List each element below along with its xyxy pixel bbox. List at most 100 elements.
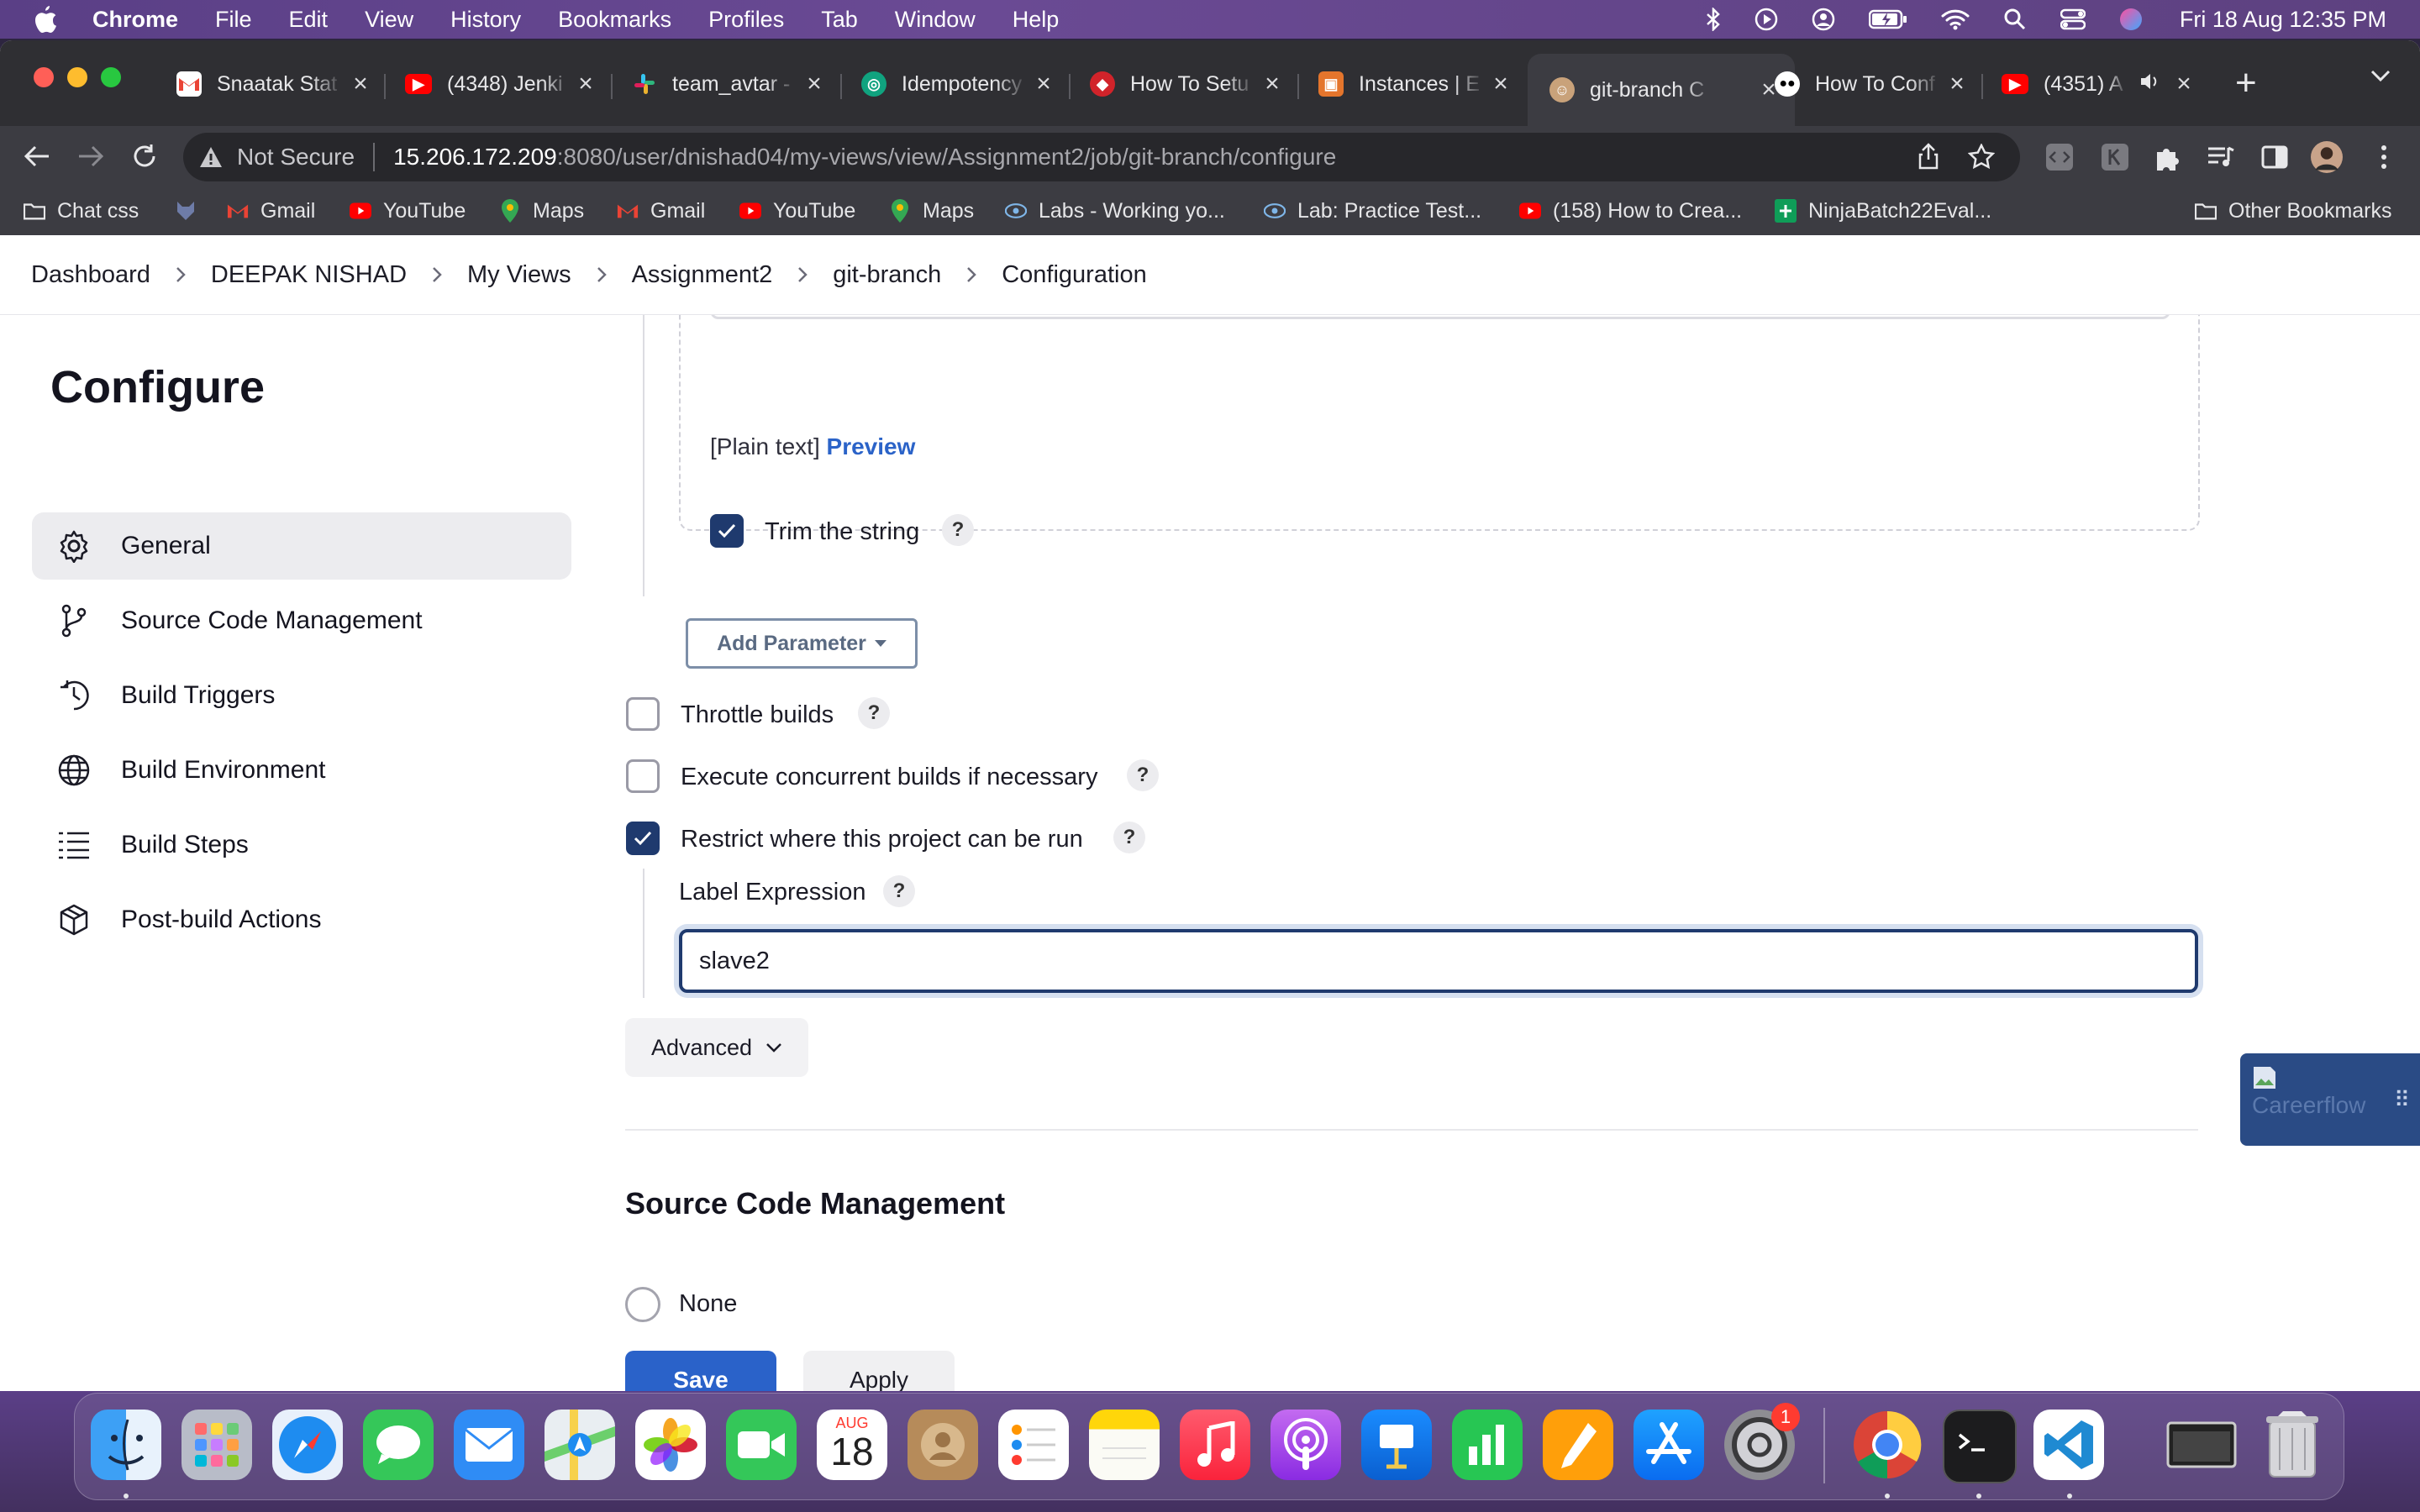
tab-jenkins-video[interactable]: ▶ (4348) Jenki × — [405, 64, 598, 104]
bookmark-chat-css[interactable]: Chat css — [24, 197, 139, 225]
new-tab-button[interactable]: + — [2235, 62, 2257, 104]
back-arrow-icon[interactable] — [22, 141, 52, 171]
trash-icon[interactable] — [2257, 1410, 2328, 1480]
address-bar[interactable]: Not Secure 15.206.172.209 :8080/user/dni… — [183, 133, 2020, 181]
app-store-icon[interactable] — [1634, 1410, 1704, 1480]
tab-close-icon[interactable]: × — [2171, 70, 2196, 98]
tab-close-icon[interactable]: × — [802, 70, 827, 98]
music-icon[interactable] — [1180, 1410, 1250, 1480]
menu-file[interactable]: File — [215, 7, 252, 33]
tab-git-branch-active[interactable]: ☺ git-branch C × — [1528, 54, 1795, 126]
vscode-icon[interactable] — [2033, 1410, 2104, 1480]
chrome-app-icon[interactable] — [1852, 1410, 1923, 1480]
help-icon[interactable]: ? — [858, 697, 890, 729]
warning-triangle-icon[interactable] — [198, 145, 224, 169]
breadcrumb-job[interactable]: git-branch — [833, 261, 941, 289]
bookmark-maps[interactable]: Maps — [499, 197, 584, 225]
tab-snaatak[interactable]: Snaatak Stat × — [176, 64, 373, 104]
safari-icon[interactable] — [272, 1410, 343, 1480]
bookmark-gmail[interactable]: Gmail — [227, 197, 315, 225]
finder-icon[interactable] — [91, 1410, 161, 1480]
mail-icon[interactable] — [454, 1410, 524, 1480]
maps-app-icon[interactable] — [544, 1410, 615, 1480]
sidebar-item-general[interactable]: General — [32, 512, 571, 580]
breadcrumb-user[interactable]: DEEPAK NISHAD — [211, 261, 407, 289]
bookmark-youtube[interactable]: YouTube — [350, 197, 466, 225]
menu-help[interactable]: Help — [1013, 7, 1060, 33]
save-button[interactable]: Save — [625, 1351, 776, 1391]
tab-how-to-configure[interactable]: ●● How To Conf × — [1775, 64, 1970, 104]
chrome-menu-icon[interactable] — [2368, 141, 2400, 173]
bluetooth-icon[interactable] — [1706, 8, 1721, 31]
tab-close-icon[interactable]: × — [1488, 70, 1513, 98]
bookmark-how-to-create[interactable]: (158) How to Crea... — [1519, 197, 1742, 225]
user-circle-icon[interactable] — [1812, 8, 1835, 31]
play-circle-icon[interactable] — [1754, 8, 1778, 31]
drag-handle-icon[interactable]: ⠿ — [2394, 1087, 2410, 1113]
tab-close-icon[interactable]: × — [1944, 70, 1970, 98]
restrict-project-checkbox[interactable] — [626, 822, 660, 855]
sidebar-item-build-triggers[interactable]: Build Triggers — [32, 662, 571, 729]
battery-icon[interactable] — [1868, 9, 1907, 29]
siri-icon[interactable] — [2119, 8, 2143, 31]
add-parameter-button[interactable]: Add Parameter — [686, 618, 918, 669]
terminal-icon[interactable] — [1943, 1410, 2017, 1483]
apple-icon[interactable] — [34, 5, 59, 34]
other-bookmarks[interactable]: Other Bookmarks — [2195, 197, 2392, 225]
keynote-icon[interactable] — [1361, 1410, 1432, 1480]
bookmark-ninjabatch[interactable]: NinjaBatch22Eval... — [1775, 197, 1991, 225]
wifi-icon[interactable] — [1941, 8, 1970, 30]
tab-slack[interactable]: team_avtar - × — [632, 64, 827, 104]
menu-app-name[interactable]: Chrome — [92, 7, 178, 33]
facetime-icon[interactable] — [726, 1410, 797, 1480]
tab-how-to-setup[interactable]: ◆ How To Setu × — [1090, 64, 1285, 104]
menu-profiles[interactable]: Profiles — [708, 7, 784, 33]
side-panel-icon[interactable] — [2259, 141, 2291, 173]
trim-string-checkbox[interactable] — [710, 514, 744, 548]
reminders-icon[interactable] — [998, 1410, 1069, 1480]
sidebar-item-post-build-actions[interactable]: Post-build Actions — [32, 886, 571, 953]
avatar[interactable] — [2311, 141, 2343, 173]
tab-close-icon[interactable]: × — [1260, 70, 1285, 98]
pages-icon[interactable] — [1543, 1410, 1613, 1480]
help-icon[interactable]: ? — [883, 875, 915, 907]
help-icon[interactable]: ? — [942, 514, 974, 546]
bookmark-maps[interactable]: Maps — [889, 197, 974, 225]
bookmark-lab-practice[interactable]: Lab: Practice Test... — [1264, 197, 1481, 225]
menu-window[interactable]: Window — [895, 7, 976, 33]
code-extension-icon[interactable] — [2044, 141, 2075, 173]
sidebar-item-build-steps[interactable]: Build Steps — [32, 811, 571, 879]
menu-edit[interactable]: Edit — [289, 7, 329, 33]
forward-arrow-icon[interactable] — [76, 141, 106, 171]
calendar-icon[interactable]: AUG 18 — [817, 1410, 887, 1480]
tab-video-playing[interactable]: ▶ (4351) A × — [2002, 64, 2196, 104]
breadcrumb-configuration[interactable]: Configuration — [1002, 261, 1147, 289]
breadcrumb-my-views[interactable]: My Views — [467, 261, 571, 289]
window-zoom-button[interactable] — [101, 67, 121, 87]
photos-icon[interactable] — [635, 1410, 706, 1480]
spotlight-search-icon[interactable] — [2003, 8, 2027, 31]
throttle-builds-checkbox[interactable] — [626, 697, 660, 731]
bookmark-wolf[interactable] — [175, 197, 208, 225]
control-center-icon[interactable] — [2060, 8, 2086, 30]
tab-close-icon[interactable]: × — [348, 70, 373, 98]
reload-icon[interactable] — [129, 141, 160, 171]
advanced-button[interactable]: Advanced — [625, 1018, 808, 1077]
messages-icon[interactable] — [363, 1410, 434, 1480]
apply-button[interactable]: Apply — [803, 1351, 955, 1391]
concurrent-builds-checkbox[interactable] — [626, 759, 660, 793]
notes-icon[interactable] — [1089, 1410, 1160, 1480]
menu-bookmarks[interactable]: Bookmarks — [558, 7, 671, 33]
breadcrumb-dashboard[interactable]: Dashboard — [31, 261, 150, 289]
bookmark-gmail[interactable]: Gmail — [617, 197, 705, 225]
bookmark-youtube[interactable]: YouTube — [739, 197, 855, 225]
tab-close-icon[interactable]: × — [573, 70, 598, 98]
podcasts-icon[interactable] — [1270, 1410, 1341, 1480]
share-icon[interactable] — [1918, 143, 1939, 170]
security-status[interactable]: Not Secure — [237, 144, 355, 171]
preview-link[interactable]: Preview — [827, 433, 916, 459]
tab-close-icon[interactable]: × — [1031, 70, 1056, 98]
help-icon[interactable]: ? — [1113, 822, 1145, 853]
media-queue-icon[interactable] — [2205, 141, 2237, 173]
window-close-button[interactable] — [34, 67, 54, 87]
